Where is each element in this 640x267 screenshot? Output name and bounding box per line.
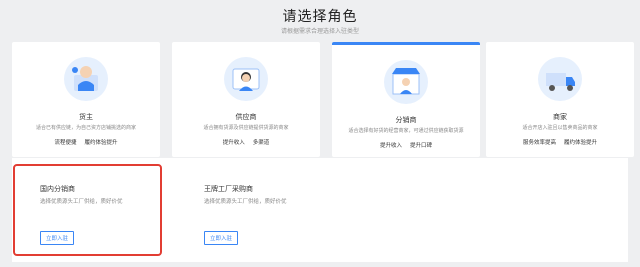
role-tag: 提升收入 [222,140,245,146]
sub-option-description: 选择优质源头工厂供给，质好价优 [204,199,287,205]
role-card-distributor[interactable]: 分销商 适合选择有好货的经营商家，可通过供应链获取货源 提升收入 提升口碑 [332,42,480,157]
role-name: 商家 [553,113,567,121]
role-tag: 提升收入 [379,143,402,149]
sub-option-title: 王牌工厂采购商 [204,185,253,193]
role-tag: 多渠道 [252,140,270,146]
delivery-truck-icon [538,57,582,101]
storefront-icon [384,60,428,104]
role-name: 分销商 [395,116,417,124]
role-description: 适合选择有好货的经营商家，可通过供应链获取货源 [348,128,464,134]
selection-highlight-box [13,164,162,256]
sub-option-factory-buyer: 王牌工厂采购商 选择优质源头工厂供给，质好价优 立即入驻 [204,158,364,262]
page-title: 请选择角色 [282,9,358,25]
role-tag: 服务效率提高 [522,140,556,146]
role-tag: 流程便捷 [54,140,77,146]
page-subtitle: 请根据需求合理选择入驻类型 [280,28,359,35]
cargo-owner-icon [64,57,108,101]
role-name: 供应商 [235,113,257,121]
role-card-supplier[interactable]: 供应商 适合拥有货源及供应链提供货源的商家 提升收入 多渠道 [172,42,320,157]
role-name: 货主 [79,113,93,121]
join-now-button[interactable]: 立即入驻 [204,231,239,245]
role-tag: 履约体验提升 [564,140,598,146]
role-description: 适合拥有货源及供应链提供货源的商家 [203,125,289,131]
role-tag: 履约体验提升 [84,140,118,146]
supplier-icon [224,57,268,101]
role-tag: 提升口碑 [410,143,433,149]
role-card-merchant[interactable]: 商家 适合开店入驻且以售卖商品的商家 服务效率提高 履约体验提升 [486,42,634,157]
role-card-cargo-owner[interactable]: 货主 适合已有供应链，为自己资方店铺挑选的商家 流程便捷 履约体验提升 [12,42,160,157]
role-description: 适合已有供应链，为自己资方店铺挑选的商家 [35,125,136,131]
role-description: 适合开店入驻且以售卖商品的商家 [522,125,598,131]
